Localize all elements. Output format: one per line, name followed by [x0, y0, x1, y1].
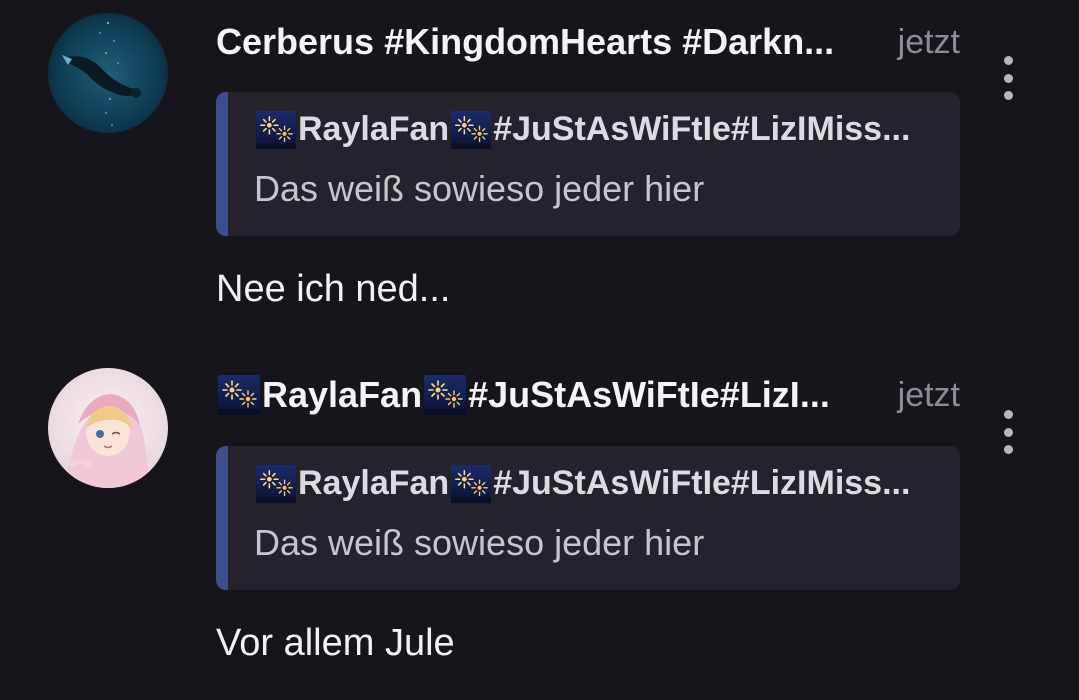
message-header: RaylaFan #JuStAsWiFtIe#LizI... jetzt [216, 371, 960, 419]
message-header: Cerberus #KingdomHearts #Darkn... jetzt [216, 18, 960, 66]
more-vertical-icon [1003, 73, 1013, 83]
more-vertical-icon [1003, 91, 1013, 100]
more-options-button[interactable] [996, 410, 1020, 454]
fireworks-emoji-icon [451, 465, 491, 503]
fireworks-emoji-icon [424, 375, 466, 415]
chat-thread: Cerberus #KingdomHearts #Darkn... jetzt … [0, 0, 1079, 700]
more-options-button[interactable] [996, 56, 1020, 100]
avatar[interactable] [48, 368, 168, 488]
quote-author-tags: #JuStAsWiFtIe#LizIMiss... [493, 110, 911, 148]
quoted-message[interactable]: RaylaFan #JuStAsWiFtIe#LizIMiss... Das w… [216, 446, 960, 590]
more-vertical-icon [1003, 56, 1013, 65]
space-diver-avatar-icon [48, 13, 168, 133]
more-vertical-icon [1003, 445, 1013, 454]
username-name: RaylaFan [262, 374, 423, 415]
fireworks-emoji-icon [256, 111, 296, 149]
anime-girl-avatar-icon [48, 368, 168, 488]
timestamp: jetzt [897, 375, 960, 414]
more-vertical-icon [1003, 427, 1013, 437]
quote-author: RaylaFan #JuStAsWiFtIe#LizIMiss... [254, 464, 910, 503]
quote-author-name: RaylaFan [298, 464, 450, 502]
username[interactable]: RaylaFan #JuStAsWiFtIe#LizI... [216, 374, 830, 416]
username-tags: #JuStAsWiFtIe#LizI... [468, 374, 830, 415]
fireworks-emoji-icon [218, 375, 260, 415]
quoted-message[interactable]: RaylaFan #JuStAsWiFtIe#LizIMiss... Das w… [216, 92, 960, 236]
message-body: Vor allem Jule [216, 622, 455, 664]
more-vertical-icon [1003, 410, 1013, 419]
quote-accent-bar [216, 446, 228, 590]
quote-author: RaylaFan #JuStAsWiFtIe#LizIMiss... [254, 110, 910, 149]
timestamp: jetzt [897, 22, 960, 61]
quote-author-tags: #JuStAsWiFtIe#LizIMiss... [493, 464, 911, 502]
message-body: Nee ich ned... [216, 268, 451, 310]
avatar[interactable] [48, 13, 168, 133]
username[interactable]: Cerberus #KingdomHearts #Darkn... [216, 21, 834, 63]
fireworks-emoji-icon [256, 465, 296, 503]
quote-accent-bar [216, 92, 228, 236]
quote-text: Das weiß sowieso jeder hier [254, 168, 705, 209]
fireworks-emoji-icon [451, 111, 491, 149]
quote-text: Das weiß sowieso jeder hier [254, 522, 705, 563]
quote-author-name: RaylaFan [298, 110, 450, 148]
